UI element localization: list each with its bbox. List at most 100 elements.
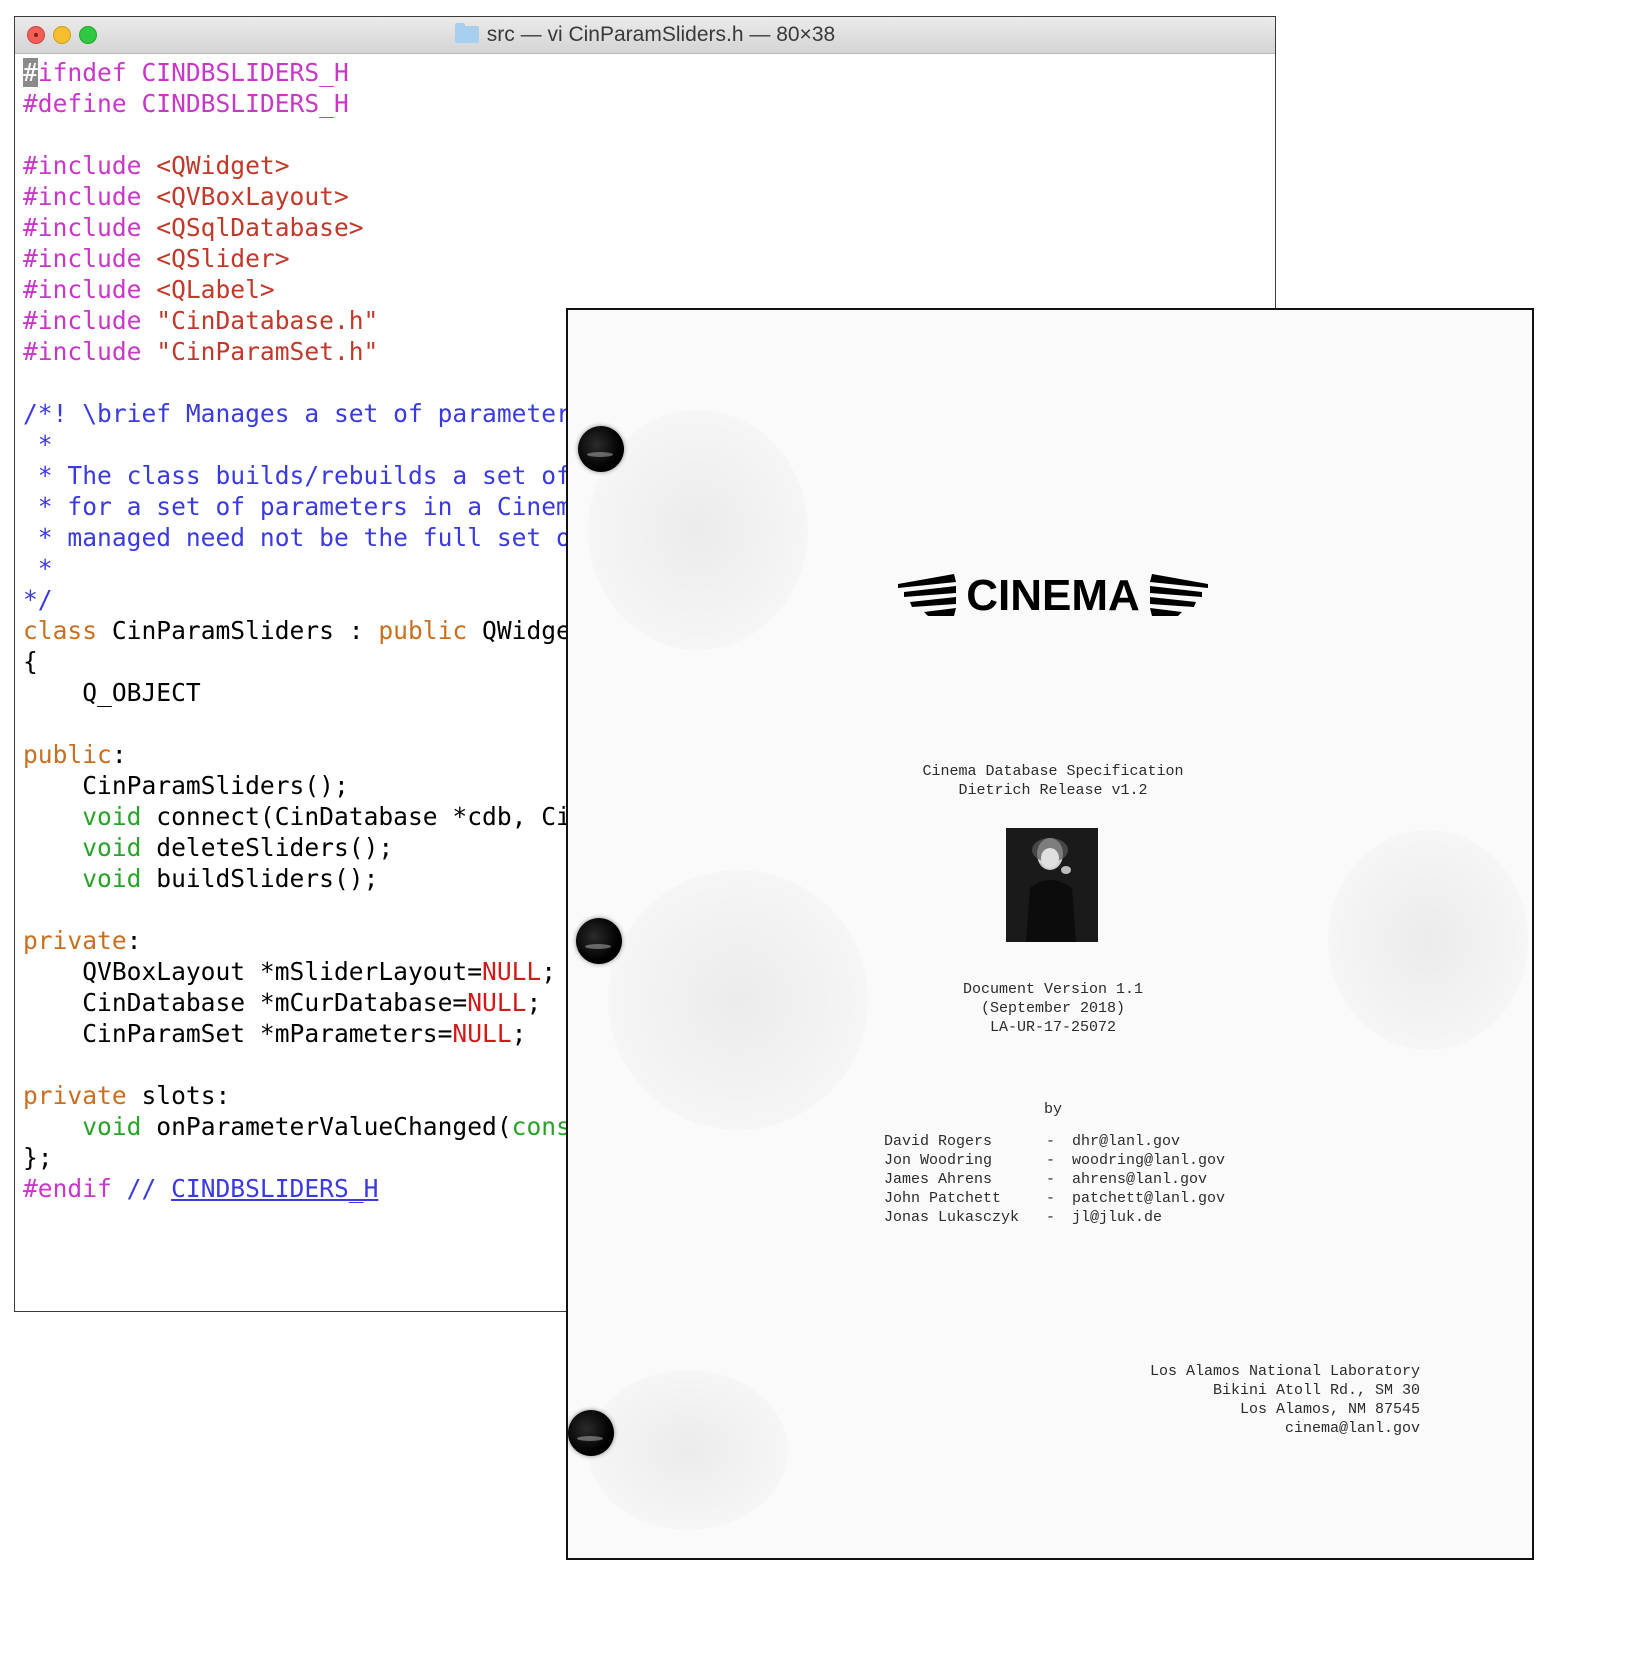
code-line: #include <QSqlDatabase>: [23, 212, 704, 243]
code-token: CinParamSet *mParameters=: [23, 1019, 453, 1048]
code-token: class: [23, 616, 98, 645]
code-token: Q_OBJECT: [23, 678, 201, 707]
author-email: dhr@lanl.gov: [1072, 1133, 1181, 1150]
code-token: * The class builds/rebuilds a set of: [23, 461, 571, 490]
author-row: John Patchett - patchett@lanl.gov: [884, 1189, 1225, 1208]
author-email: ahrens@lanl.gov: [1072, 1171, 1208, 1188]
code-token: private: [23, 926, 127, 955]
code-token: {: [23, 647, 38, 676]
text-cursor: #: [23, 58, 38, 87]
code-token: #define CINDBSLIDERS_H: [23, 89, 349, 118]
author-list: David Rogers - dhr@lanl.gov Jon Woodring - wo…: [884, 1132, 1225, 1227]
code-token: *: [23, 554, 53, 583]
code-token: ;: [526, 988, 542, 1017]
author-row: James Ahrens - ahrens@lanl.gov: [884, 1170, 1225, 1189]
code-token: ifndef CINDBSLIDERS_H: [37, 58, 349, 87]
code-token: onParameterValueChanged(: [141, 1112, 512, 1141]
code-token: buildSliders();: [141, 864, 379, 893]
author-email: patchett@lanl.gov: [1072, 1190, 1226, 1207]
scanned-document-page: CINEMA Cinema Database Specification Die…: [566, 308, 1534, 1560]
code-token: :: [126, 926, 142, 955]
code-token: private: [23, 1081, 127, 1110]
address-line: Los Alamos, NM 87545: [1239, 1401, 1420, 1418]
binder-hole: [576, 918, 622, 964]
code-token: void: [82, 1112, 142, 1141]
cover-photo: [1006, 828, 1098, 942]
folder-icon: [454, 23, 479, 43]
code-line: #ifndef CINDBSLIDERS_H: [23, 57, 704, 88]
code-token: *: [23, 430, 53, 459]
code-token: CinDatabase *mCurDatabase=: [23, 988, 468, 1017]
code-line: #include <QSlider>: [23, 243, 704, 274]
author-row: David Rogers - dhr@lanl.gov: [884, 1132, 1225, 1151]
title-bar[interactable]: src — vi CinParamSliders.h — 80×38: [15, 17, 1275, 54]
scan-smudge: [1328, 830, 1528, 1050]
code-token: <QWidget>: [156, 151, 290, 180]
code-token: "CinParamSet.h": [156, 337, 379, 366]
author-dash: -: [1046, 1133, 1056, 1150]
address-line: Bikini Atoll Rd., SM 30: [1212, 1382, 1420, 1399]
code-token: };: [23, 1143, 53, 1172]
code-token: * managed need not be the full set of: [23, 523, 586, 552]
spec-line: Dietrich Release v1.2: [958, 782, 1148, 799]
code-token: <QSlider>: [156, 244, 290, 273]
cinema-logo: CINEMA: [898, 571, 1208, 620]
address-block: Los Alamos National Laboratory Bikini At…: [1108, 1362, 1420, 1438]
binder-hole: [578, 426, 624, 472]
code-token: /*! \brief Manages a set of parameter: [23, 399, 571, 428]
author-name: James Ahrens: [884, 1171, 993, 1188]
code-token: <QVBoxLayout>: [156, 182, 349, 211]
window-title: src — vi CinParamSliders.h — 80×38: [15, 17, 1275, 53]
code-token: :: [111, 740, 127, 769]
spec-line: Cinema Database Specification: [922, 763, 1184, 780]
address-line: Los Alamos National Laboratory: [1149, 1363, 1420, 1380]
code-token: #include: [23, 244, 157, 273]
code-token: NULL: [467, 988, 527, 1017]
author-dash: -: [1046, 1190, 1056, 1207]
code-token: slots:: [126, 1081, 231, 1110]
code-token: CinParamSliders();: [23, 771, 349, 800]
code-token: void: [82, 833, 142, 862]
author-dash: -: [1046, 1152, 1056, 1169]
code-token: QVBoxLayout *mSliderLayout=: [23, 957, 483, 986]
code-token: #include: [23, 306, 157, 335]
author-email: woodring@lanl.gov: [1072, 1152, 1226, 1169]
author-email: jl@jluk.de: [1072, 1209, 1163, 1226]
author-dash: -: [1046, 1171, 1056, 1188]
code-token: public: [23, 740, 112, 769]
code-token: CINDBSLIDERS_H: [171, 1174, 379, 1203]
code-token: #include: [23, 337, 157, 366]
code-line: #include <QVBoxLayout>: [23, 181, 704, 212]
spec-title: Cinema Database Specification Dietrich R…: [868, 762, 1238, 800]
scan-smudge: [588, 1370, 788, 1530]
address-line: cinema@lanl.gov: [1284, 1420, 1420, 1437]
code-token: NULL: [452, 1019, 512, 1048]
code-token: ;: [541, 957, 557, 986]
code-token: deleteSliders();: [141, 833, 394, 862]
code-token: #include: [23, 275, 157, 304]
window-title-text: src — vi CinParamSliders.h — 80×38: [486, 23, 836, 46]
code-line: #include <QLabel>: [23, 274, 704, 305]
by-label: by: [1043, 1101, 1062, 1118]
scan-smudge: [608, 870, 868, 1130]
author-name: Jonas Lukasczyk: [884, 1209, 1020, 1226]
code-token: <QSqlDatabase>: [156, 213, 364, 242]
code-token: //: [111, 1174, 172, 1203]
code-token: #include: [23, 182, 157, 211]
version-line: LA-UR-17-25072: [989, 1019, 1117, 1036]
code-token: void: [82, 864, 142, 893]
code-token: NULL: [482, 957, 542, 986]
author-name: John Patchett: [884, 1190, 1002, 1207]
version-line: Document Version 1.1: [962, 981, 1144, 998]
code-token: CinParamSliders :: [97, 616, 379, 645]
code-token: #include: [23, 151, 157, 180]
code-token: #include: [23, 213, 157, 242]
code-token: * for a set of parameters in a Cinema: [23, 492, 586, 521]
binder-hole: [568, 1410, 614, 1456]
code-token: void: [82, 802, 142, 831]
author-row: Jon Woodring - woodring@lanl.gov: [884, 1151, 1225, 1170]
